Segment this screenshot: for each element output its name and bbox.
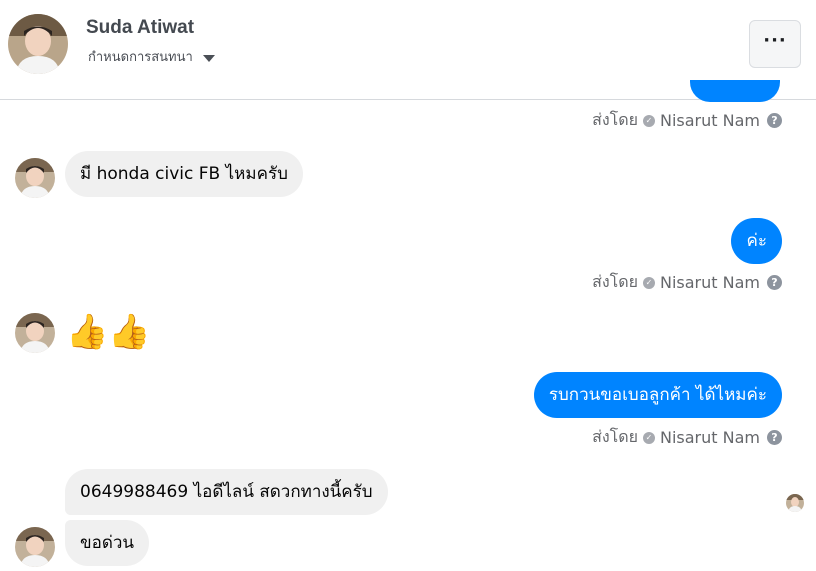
sent-by-line: ส่งโดย ✓ Nisarut Nam ?	[592, 425, 782, 450]
sent-by-line: ส่งโดย ✓ Nisarut Nam ?	[592, 108, 782, 133]
contact-name: Suda Atiwat	[86, 17, 195, 38]
question-circle-icon[interactable]: ?	[767, 275, 782, 290]
thumbs-up-emoji-message[interactable]: 👍👍	[66, 312, 151, 352]
sent-by-prefix: ส่งโดย	[592, 427, 638, 446]
contact-avatar-small[interactable]	[15, 313, 55, 353]
message-bubble-incoming[interactable]: 0649988469 ไอดีไลน์ สดวกทางนี้ครับ	[65, 469, 388, 515]
message-bubble-incoming[interactable]: มี honda civic FB ไหมครับ	[65, 151, 303, 197]
contact-avatar-small[interactable]	[15, 527, 55, 567]
sent-check-icon: ✓	[643, 276, 655, 289]
sent-by-author[interactable]: Nisarut Nam	[660, 273, 760, 292]
message-bubble-outgoing[interactable]: ค่ะ	[731, 218, 782, 264]
sent-by-author[interactable]: Nisarut Nam	[660, 428, 760, 447]
conversation-settings-label: กำหนดการสนทนา	[88, 50, 193, 65]
sent-check-icon: ✓	[643, 431, 655, 444]
question-circle-icon[interactable]: ?	[767, 430, 782, 445]
more-options-button[interactable]: ···	[749, 20, 801, 68]
question-circle-icon[interactable]: ?	[767, 113, 782, 128]
contact-avatar[interactable]	[8, 14, 68, 74]
seen-by-avatar	[786, 494, 804, 512]
sent-by-author[interactable]: Nisarut Nam	[660, 111, 760, 130]
sent-by-prefix: ส่งโดย	[592, 272, 638, 291]
conversation-settings-dropdown[interactable]: กำหนดการสนทนา	[88, 46, 215, 67]
sent-check-icon: ✓	[643, 114, 655, 127]
sent-by-prefix: ส่งโดย	[592, 110, 638, 129]
sent-by-line: ส่งโดย ✓ Nisarut Nam ?	[592, 270, 782, 295]
contact-avatar-small[interactable]	[15, 158, 55, 198]
caret-down-icon	[202, 55, 215, 62]
message-bubble-outgoing-partial[interactable]	[690, 80, 780, 102]
ellipsis-icon: ···	[763, 30, 787, 51]
message-bubble-outgoing[interactable]: รบกวนขอเบอลูกค้า ได้ไหมค่ะ	[533, 372, 782, 418]
message-bubble-incoming[interactable]: ขอด่วน	[65, 520, 150, 566]
